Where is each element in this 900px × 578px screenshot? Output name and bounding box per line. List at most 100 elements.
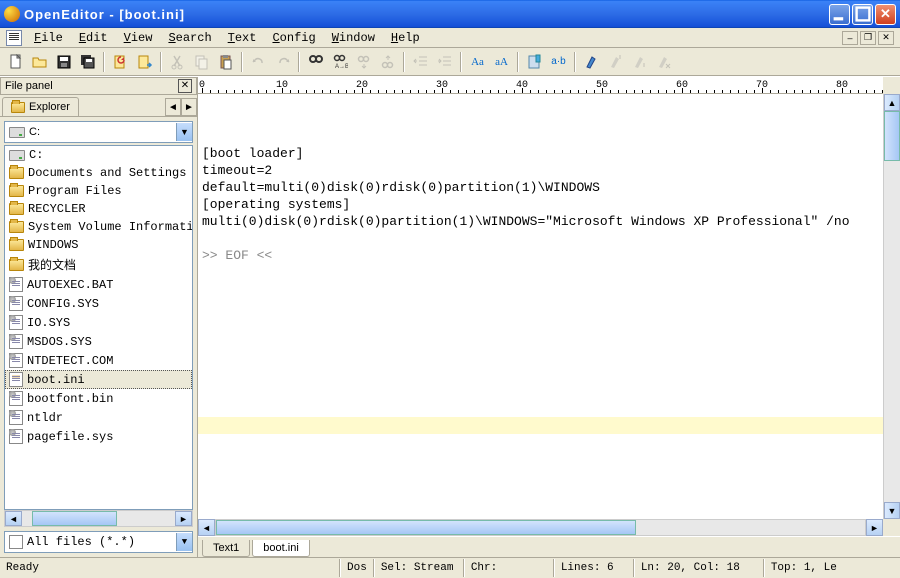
editor-content[interactable]: [boot loader]timeout=2default=multi(0)di… [198,94,883,519]
filter-label: All files (*.*) [27,535,135,549]
mdi-doc-icon[interactable] [6,30,22,46]
editor-hscroll-track[interactable] [215,519,866,536]
save-button[interactable] [52,51,75,73]
drive-selector[interactable]: C: ▼ [4,121,193,143]
uppercase-button[interactable]: aA [490,51,513,73]
mdi-minimize-button[interactable]: – [842,31,858,45]
menu-config[interactable]: Config [266,29,321,47]
document-tab[interactable]: boot.ini [252,540,309,557]
status-position: Ln: 20, Col: 18 [634,559,764,577]
file-item[interactable]: C: [5,146,192,164]
explorer-tab-label: Explorer [29,101,70,113]
tab-scroll-left-button[interactable]: ◄ [165,98,181,116]
scroll-down-button[interactable]: ▼ [884,502,900,519]
file-item[interactable]: RECYCLER [5,200,192,218]
file-item-label: Program Files [28,184,122,198]
scroll-left-button[interactable]: ◄ [5,511,22,526]
folder-icon [11,102,25,113]
file-item[interactable]: 我的文档 [5,254,192,275]
file-panel-close-button[interactable]: ✕ [178,79,192,93]
minimize-button[interactable] [829,4,850,25]
file-item[interactable]: boot.ini [5,370,192,389]
file-item[interactable]: NTDETECT.COM [5,351,192,370]
menu-view[interactable]: View [118,29,159,47]
menubar: FileEditViewSearch TextConfig WindowHelp –… [0,28,900,48]
file-item[interactable]: bootfont.bin [5,389,192,408]
editor-line: [boot loader] [202,145,879,162]
file-item[interactable]: Program Files [5,182,192,200]
file-item[interactable]: AUTOEXEC.BAT [5,275,192,294]
find-replace-button[interactable]: A→B [328,51,351,73]
maximize-button[interactable] [852,4,873,25]
file-panel-hscrollbar[interactable]: ◄ ► [4,510,193,527]
drive-icon [9,150,25,161]
file-icon [9,353,23,368]
menu-text[interactable]: Text [222,29,263,47]
file-item[interactable]: MSDOS.SYS [5,332,192,351]
file-item[interactable]: WINDOWS [5,236,192,254]
file-item[interactable]: ntldr [5,408,192,427]
outdent-button[interactable] [409,51,432,73]
editor-hscroll-thumb[interactable] [216,520,636,535]
prev-marker-button[interactable] [604,51,627,73]
find-button[interactable] [304,51,327,73]
editor-scroll-right-button[interactable]: ► [866,519,883,536]
mdi-restore-button[interactable]: ❐ [860,31,876,45]
file-panel: File panel ✕ Explorer ◄ ► C: ▼ C:Documen… [0,77,198,557]
file-icon [9,296,23,311]
editor-line: [operating systems] [202,196,879,213]
editor-scroll-left-button[interactable]: ◄ [198,519,215,536]
paste-button[interactable] [214,51,237,73]
undo-button[interactable] [247,51,270,73]
lowercase-button[interactable]: Aa [466,51,489,73]
close-button[interactable]: ✕ [875,4,896,25]
menu-search[interactable]: Search [162,29,217,47]
file-item[interactable]: Documents and Settings [5,164,192,182]
find-next-button[interactable] [352,51,375,73]
status-ready: Ready [0,559,340,577]
filter-dropdown-button[interactable]: ▼ [176,533,192,551]
document-tab[interactable]: Text1 [202,540,250,557]
clear-marker-button[interactable] [652,51,675,73]
copy-button[interactable] [190,51,213,73]
redo-button[interactable] [271,51,294,73]
file-filter[interactable]: All files (*.*) ▼ [4,531,193,553]
scroll-up-button[interactable]: ▲ [884,94,900,111]
indent-button[interactable] [433,51,456,73]
file-item-label: NTDETECT.COM [27,354,113,368]
menu-window[interactable]: Window [326,29,381,47]
file-item[interactable]: IO.SYS [5,313,192,332]
drive-dropdown-button[interactable]: ▼ [176,123,192,141]
save-all-button[interactable] [76,51,99,73]
file-item[interactable]: pagefile.sys [5,427,192,446]
scroll-thumb[interactable] [32,511,117,526]
file-item-label: RECYCLER [28,202,86,216]
editor-hscrollbar[interactable]: ◄ ► [198,519,883,536]
statusbar: Ready Dos Sel: Stream Chr: Lines: 6 Ln: … [0,557,900,578]
menu-file[interactable]: File [28,29,69,47]
file-list[interactable]: C:Documents and Settings Program Files REC… [4,145,193,510]
menu-help[interactable]: Help [385,29,426,47]
explorer-tab[interactable]: Explorer [2,97,79,116]
vscroll-thumb[interactable] [884,111,900,161]
open-file-button[interactable] [28,51,51,73]
marker-button[interactable] [580,51,603,73]
scroll-right-button[interactable]: ► [175,511,192,526]
scroll-track[interactable] [22,511,175,526]
status-selection: Sel: Stream [374,559,464,577]
find-prev-button[interactable] [376,51,399,73]
menu-edit[interactable]: Edit [73,29,114,47]
reload-button[interactable] [109,51,132,73]
file-item[interactable]: System Volume Information [5,218,192,236]
bookmark-button[interactable] [523,51,546,73]
vscroll-track[interactable] [884,111,900,502]
cut-button[interactable] [166,51,189,73]
mdi-close-button[interactable]: ✕ [878,31,894,45]
tab-scroll-right-button[interactable]: ► [181,98,197,116]
file-item[interactable]: CONFIG.SYS [5,294,192,313]
word-wrap-button[interactable]: a·b [547,51,570,73]
editor-vscrollbar[interactable]: ▲ ▼ [883,94,900,519]
next-marker-button[interactable] [628,51,651,73]
new-file-button[interactable] [4,51,27,73]
toggle-panel-button[interactable] [133,51,156,73]
